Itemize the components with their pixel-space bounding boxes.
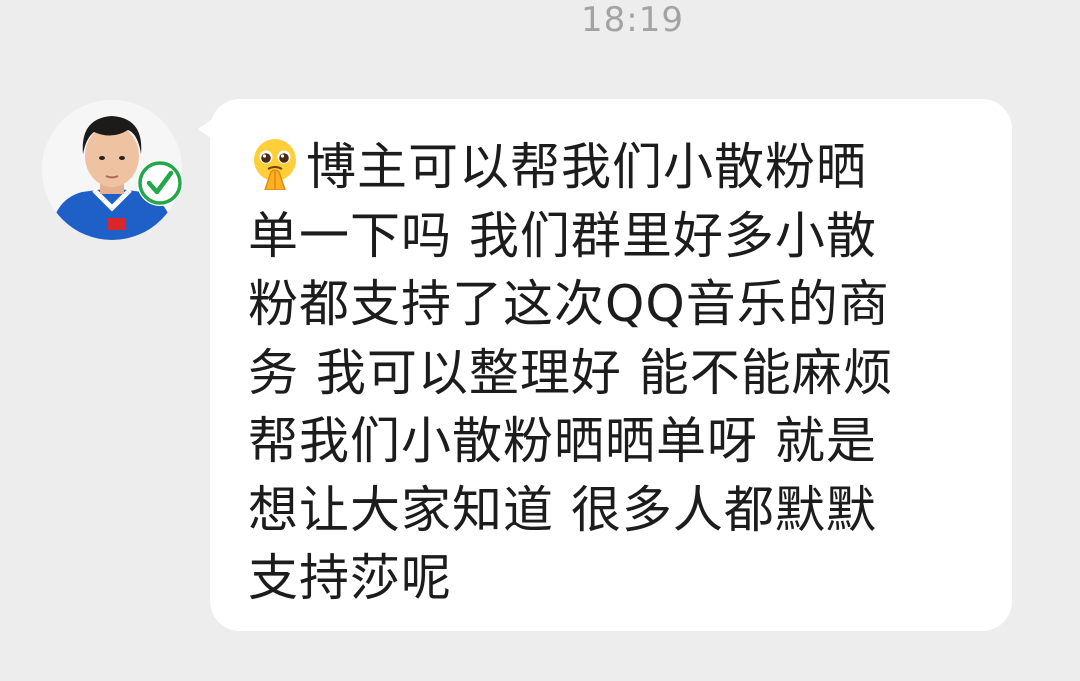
- message-line: 想让大家知道 很多人都默默: [248, 480, 877, 539]
- message-line: 务 我可以整理好 能不能麻烦: [248, 343, 894, 402]
- pleading-face-praying-hands-emoji-icon: [254, 139, 296, 190]
- message-text: 博主可以帮我们小散粉晒 单一下吗 我们群里好多小散 粉都支持了这次QQ音乐的商 …: [248, 133, 982, 613]
- message-line-text: 博主可以帮我们小散粉晒: [306, 138, 867, 196]
- message-bubble[interactable]: 博主可以帮我们小散粉晒 单一下吗 我们群里好多小散 粉都支持了这次QQ音乐的商 …: [210, 99, 1012, 631]
- message-line: 帮我们小散粉晒晒单呀 就是: [248, 412, 877, 470]
- verified-check-icon: [138, 161, 182, 205]
- message-line: 博主可以帮我们小散粉晒: [248, 133, 982, 202]
- message-line: 单一下吗 我们群里好多小散: [248, 206, 877, 265]
- verified-badge: [137, 160, 183, 206]
- chat-timestamp: 18:19: [581, 0, 684, 40]
- message-line: 支持莎呢: [248, 549, 452, 607]
- message-line: 粉都支持了这次QQ音乐的商: [248, 275, 890, 333]
